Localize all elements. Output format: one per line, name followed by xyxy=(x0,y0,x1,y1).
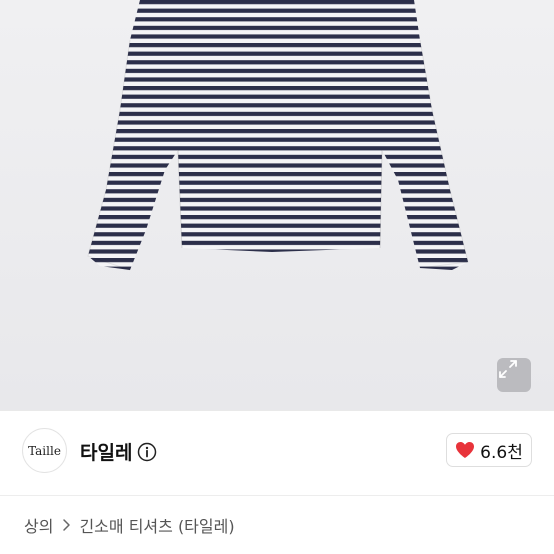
expand-icon xyxy=(499,360,517,378)
shop-logo-text: Taille xyxy=(28,443,61,458)
shop-name[interactable]: 타일레 xyxy=(80,438,132,465)
info-icon[interactable] xyxy=(137,442,157,462)
divider xyxy=(0,495,554,496)
breadcrumb-category[interactable]: 상의 xyxy=(24,513,53,537)
heart-icon xyxy=(456,442,475,458)
like-count: 6.6천 xyxy=(480,442,523,463)
shop-name-group[interactable]: 타일레 xyxy=(80,438,157,465)
shop-row: Taille 타일레 6.6천 xyxy=(0,411,554,495)
chevron-right-icon xyxy=(61,518,71,532)
striped-shirt-image xyxy=(87,0,469,271)
breadcrumb-product[interactable]: 긴소매 티셔츠 (타일레) xyxy=(79,513,234,537)
breadcrumb: 상의 긴소매 티셔츠 (타일레) xyxy=(24,513,235,537)
expand-image-button[interactable] xyxy=(497,358,531,392)
shop-logo[interactable]: Taille xyxy=(22,428,67,473)
like-button[interactable]: 6.6천 xyxy=(446,433,532,467)
product-image[interactable] xyxy=(0,0,554,410)
